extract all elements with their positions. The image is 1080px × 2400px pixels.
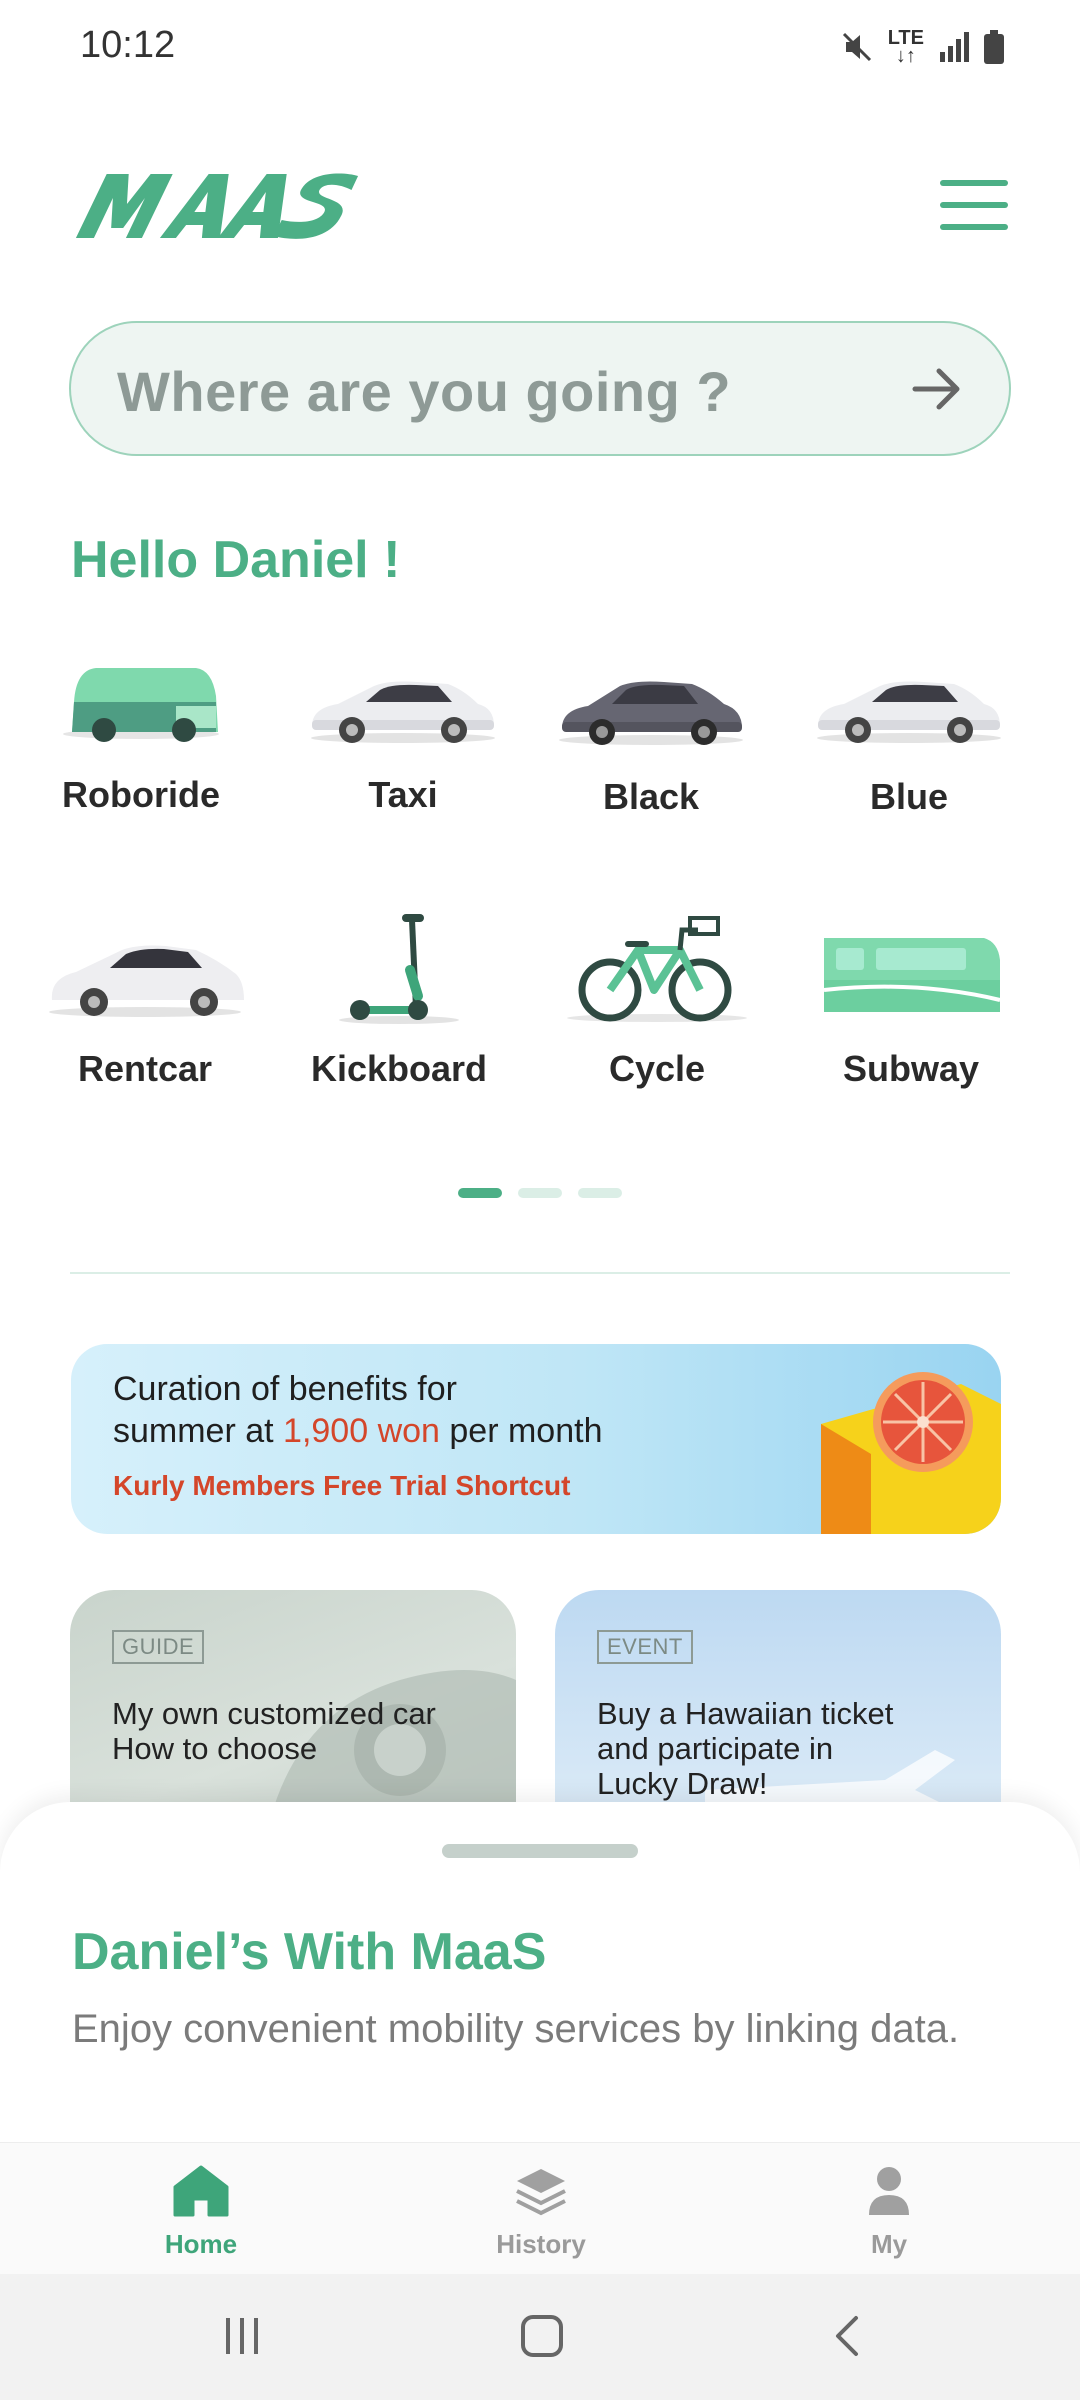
roboride-vehicle-icon — [63, 668, 219, 742]
rentcar-icon — [49, 945, 244, 1017]
card-title: Buy a Hawaiian ticket and participate in… — [597, 1696, 894, 1801]
layers-icon — [516, 2169, 566, 2216]
greeting-title: Hello Daniel ! — [71, 531, 401, 589]
service-label: Rentcar — [77, 1048, 213, 1089]
battery-icon — [984, 30, 1004, 64]
blue-car-icon — [817, 681, 1001, 743]
service-taxi[interactable]: Taxi — [288, 652, 518, 832]
search-placeholder: Where are you going ? — [117, 360, 732, 423]
bottom-navigation: Home History My — [0, 2142, 1080, 2274]
guide-tag: GUIDE — [112, 1630, 205, 1664]
mute-icon — [842, 32, 871, 62]
nav-label: History — [496, 2229, 586, 2259]
hamburger-menu-icon — [940, 180, 1008, 186]
event-tag: EVENT — [597, 1630, 693, 1664]
black-car-icon — [559, 681, 743, 745]
banner-price: 1,900 won — [283, 1412, 440, 1450]
service-label: Blue — [869, 776, 948, 817]
grapefruit-illustration — [821, 1372, 1001, 1534]
service-roboride[interactable]: Roboride — [26, 652, 256, 832]
promo-banner[interactable]: Curation of benefits for summer at 1,900… — [71, 1344, 1001, 1534]
home-icon — [173, 2165, 229, 2217]
nav-history[interactable]: History — [451, 2157, 631, 2267]
service-label: Subway — [842, 1048, 980, 1089]
nav-label: My — [870, 2229, 908, 2259]
page-dot — [518, 1188, 562, 1198]
event-card[interactable]: EVENT Buy a Hawaiian ticket and particip… — [555, 1590, 1001, 1820]
status-bar: 10:12 LTE ↓↑ — [0, 0, 1080, 92]
hamburger-menu-button[interactable] — [940, 180, 1008, 232]
taxi-car-icon — [311, 681, 495, 743]
page-dot — [578, 1188, 622, 1198]
bicycle-icon — [567, 916, 747, 1022]
lte-icon: LTE ↓↑ — [887, 27, 924, 67]
maas-logo — [75, 173, 359, 239]
service-kickboard[interactable]: Kickboard — [284, 900, 514, 1089]
arrow-right-icon[interactable] — [911, 365, 963, 413]
kickboard-icon — [339, 914, 459, 1024]
system-navigation-bar — [0, 2274, 1080, 2400]
service-black[interactable]: Black — [536, 652, 766, 832]
nav-home[interactable]: Home — [111, 2157, 291, 2267]
service-subway[interactable]: Subway — [796, 900, 1026, 1089]
nav-label: Home — [164, 2229, 238, 2259]
nav-my[interactable]: My — [799, 2157, 979, 2267]
status-icons: LTE ↓↑ — [840, 24, 1004, 70]
page-dot-active — [458, 1188, 502, 1198]
section-divider — [70, 1272, 1010, 1274]
sheet-drag-handle[interactable] — [442, 1844, 638, 1858]
user-icon — [869, 2167, 909, 2215]
sheet-subtitle: Enjoy convenient mobility services by li… — [72, 2007, 960, 2051]
bottom-sheet[interactable]: Daniel’s With MaaS Enjoy convenient mobi… — [0, 1802, 1080, 2142]
service-label: Kickboard — [310, 1048, 488, 1089]
service-label: Cycle — [608, 1048, 706, 1089]
guide-card[interactable]: GUIDE My own customized car How to choos… — [70, 1590, 516, 1820]
card-title: My own customized car How to choose — [112, 1696, 436, 1766]
service-blue[interactable]: Blue — [794, 652, 1024, 832]
banner-line2: summer at 1,900 won per month — [113, 1412, 603, 1450]
service-rentcar[interactable]: Rentcar — [30, 900, 260, 1089]
subway-train-icon — [823, 938, 1001, 1012]
service-cycle[interactable]: Cycle — [542, 900, 772, 1089]
recent-apps-icon[interactable] — [220, 2314, 264, 2358]
service-label: Roboride — [62, 774, 220, 815]
page-indicator — [458, 1188, 622, 1198]
banner-link[interactable]: Kurly Members Free Trial Shortcut — [113, 1470, 570, 1502]
home-system-icon[interactable] — [520, 2314, 564, 2358]
service-label: Black — [602, 776, 700, 817]
back-icon[interactable] — [826, 2314, 870, 2358]
banner-line1: Curation of benefits for — [113, 1370, 457, 1408]
signal-icon — [940, 32, 969, 62]
service-label: Taxi — [368, 774, 438, 815]
status-time: 10:12 — [80, 24, 176, 66]
sheet-title: Daniel’s With MaaS — [72, 1923, 547, 1981]
search-input[interactable]: Where are you going ? — [69, 321, 1011, 456]
